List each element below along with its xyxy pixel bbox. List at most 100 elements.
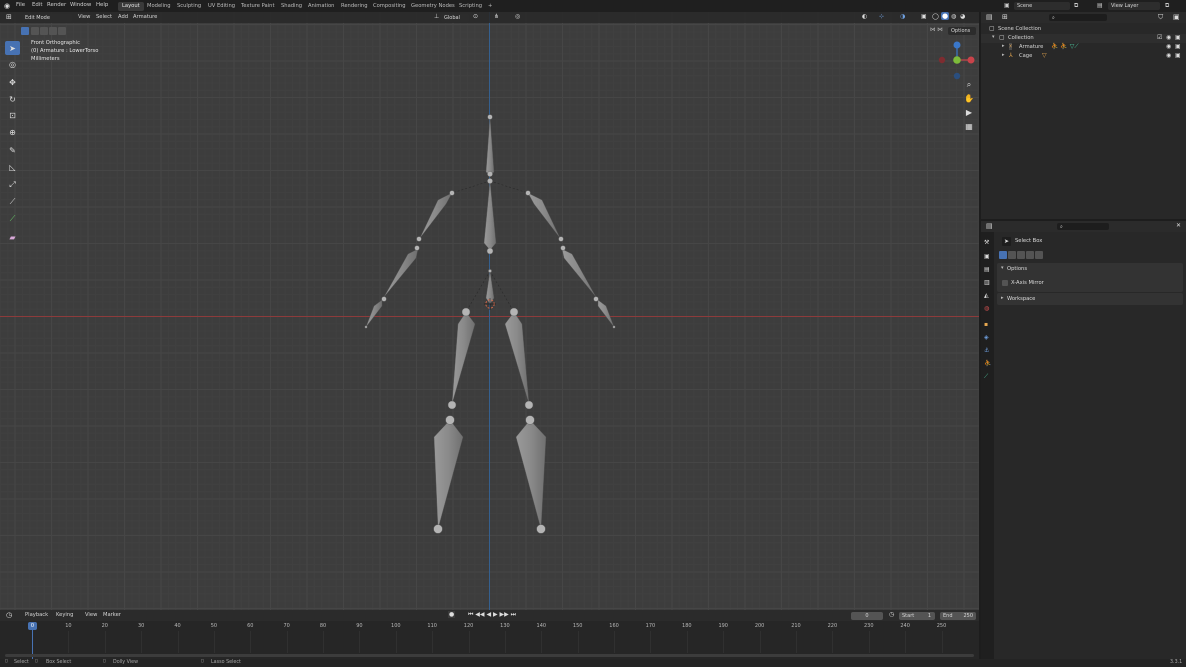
constraints-tab-icon[interactable]: ⚓ [984, 347, 989, 354]
panel-collapse-icon[interactable]: ▾ [1001, 265, 1004, 271]
bone-shin-left[interactable] [433, 419, 464, 530]
menu-playback[interactable]: Playback [25, 612, 48, 618]
tab-geometry-nodes[interactable]: Geometry Nodes [407, 2, 459, 11]
properties-editor-icon[interactable]: ▤ [986, 222, 993, 230]
bone-forearm-left[interactable] [383, 248, 419, 298]
world-tab-icon[interactable]: ◍ [984, 305, 989, 312]
select-invert-icon[interactable] [49, 27, 57, 35]
mode-subtract-icon[interactable] [1017, 251, 1025, 259]
bone-thigh-left[interactable] [451, 311, 476, 405]
mode-new-icon[interactable] [999, 251, 1007, 259]
outliner-row-collection[interactable]: ▾ ▢ Collection ☑ ◉ ▣ [981, 34, 1186, 43]
scene-icon[interactable]: ▣ [1004, 2, 1010, 9]
menu-keying[interactable]: Keying [56, 612, 73, 618]
checkbox-icon[interactable]: ☑ [1157, 34, 1162, 41]
options-button[interactable]: Options [948, 27, 976, 35]
bone-chest[interactable] [483, 180, 497, 251]
shading-rendered-icon[interactable]: ◕ [960, 13, 965, 20]
bone-hand-right[interactable] [597, 299, 615, 328]
start-frame-field[interactable]: Start 1 [899, 612, 935, 620]
menu-armature[interactable]: Armature [133, 14, 157, 20]
mode-invert-icon[interactable] [1026, 251, 1034, 259]
menu-help[interactable]: Help [96, 2, 108, 8]
camera-icon[interactable]: ▣ [1175, 52, 1181, 59]
select-extend-icon[interactable] [31, 27, 39, 35]
x-axis-mirror-checkbox[interactable] [1002, 280, 1008, 286]
eye-icon[interactable]: ◉ [1166, 43, 1171, 50]
bone-upper-arm-left[interactable] [419, 192, 453, 239]
overlays-icon[interactable]: ◑ [900, 13, 905, 20]
camera-icon[interactable]: ▣ [1175, 43, 1181, 50]
eye-icon[interactable]: ◉ [1166, 34, 1171, 41]
outliner-search-input[interactable]: ⌕ [1049, 14, 1107, 21]
new-collection-icon[interactable]: ▣ [1173, 13, 1180, 21]
add-workspace-button[interactable]: + [484, 2, 496, 11]
eye-icon[interactable]: ◉ [1166, 52, 1171, 59]
output-tab-icon[interactable]: ▤ [984, 266, 990, 273]
tab-texture-paint[interactable]: Texture Paint [237, 2, 278, 11]
render-tab-icon[interactable]: ▣ [984, 253, 990, 260]
bone-thigh-right[interactable] [504, 311, 530, 405]
current-frame-marker[interactable]: 0 [28, 622, 37, 630]
cursor-icon[interactable]: ◎ [5, 57, 20, 71]
outliner-display-icon[interactable]: ⊞ [1002, 13, 1008, 21]
navigation-gizmo[interactable] [936, 39, 978, 81]
move-icon[interactable]: ✥ [5, 75, 20, 89]
outliner-editor-icon[interactable]: ▤ [986, 13, 993, 21]
scene-copy-icon[interactable]: ⧉ [1074, 2, 1078, 10]
visibility-icon[interactable]: ◐ [862, 13, 867, 20]
mode-extend-icon[interactable] [1008, 251, 1016, 259]
frame-ruler[interactable]: 10 20 30 40 50 60 70 80 90 100 110 120 130 140 150 160 1… [0, 621, 979, 659]
filter-icon[interactable]: ⛉ [1158, 13, 1163, 22]
bone-shin-right[interactable] [515, 419, 547, 530]
armature-data-tab-icon[interactable]: ⛹ [984, 360, 991, 367]
expand-arrow-icon[interactable]: ▸ [1002, 43, 1005, 49]
armature-bones[interactable] [0, 12, 979, 610]
tab-rendering[interactable]: Rendering [337, 2, 372, 11]
tab-modeling[interactable]: Modeling [143, 2, 175, 11]
object-tab-icon[interactable]: ▪ [984, 321, 988, 328]
rotate-icon[interactable]: ↻ [5, 92, 20, 106]
extrude-icon[interactable]: ⤢ [5, 178, 20, 192]
annotate-icon[interactable]: ✎ [5, 143, 20, 157]
select-new-icon[interactable] [21, 27, 29, 35]
expand-arrow-icon[interactable]: ▸ [1002, 52, 1005, 58]
tool-tab-icon[interactable]: ⚒ [984, 239, 989, 246]
mode-selector[interactable]: Edit Mode [22, 13, 72, 22]
roll-icon[interactable]: ▰ [5, 230, 20, 244]
outliner-row-scene-collection[interactable]: ▢ Scene Collection [981, 25, 1186, 34]
measure-icon[interactable]: ◺ [5, 160, 20, 174]
tab-scripting[interactable]: Scripting [455, 2, 486, 11]
scene-tab-icon[interactable]: ◭ [984, 292, 989, 299]
bone-envelope-icon[interactable]: ⟋ [5, 212, 20, 226]
bone-forearm-right[interactable] [561, 248, 597, 298]
playback-controls[interactable]: ⏮ ◀◀ ◀ ▶ ▶▶ ⏭ [468, 611, 516, 619]
pin-icon[interactable]: ✕ [1176, 222, 1181, 229]
outliner-row-cage[interactable]: ▸ ⅄ Cage ▽ ◉ ▣ [981, 52, 1186, 61]
timeline-editor-icon[interactable]: ◷ [6, 611, 12, 619]
workspace-panel[interactable]: ▸ Workspace [997, 293, 1183, 305]
ortho-grid-icon[interactable]: ▦ [963, 121, 975, 133]
tab-compositing[interactable]: Compositing [369, 2, 410, 11]
zoom-icon[interactable]: ⌕ [963, 79, 975, 91]
menu-view[interactable]: View [78, 14, 90, 20]
transform-icon[interactable]: ⊕ [5, 125, 20, 139]
view-layer-tab-icon[interactable]: ▥ [984, 279, 990, 286]
shading-solid-icon[interactable]: ● [941, 12, 950, 20]
bone-upper-arm-right[interactable] [527, 192, 561, 239]
shading-wireframe-icon[interactable]: ◯ [932, 13, 939, 20]
mesh-data-icon[interactable]: ▽ [1042, 52, 1047, 59]
menu-add[interactable]: Add [118, 14, 128, 20]
bone-hand-left[interactable] [365, 299, 383, 328]
menu-edit[interactable]: Edit [32, 2, 42, 8]
shading-material-icon[interactable]: ◍ [951, 13, 956, 20]
tab-shading[interactable]: Shading [277, 2, 306, 11]
menu-window[interactable]: Window [70, 2, 91, 8]
blender-logo-icon[interactable]: ◉ [4, 2, 10, 10]
menu-file[interactable]: File [16, 2, 25, 8]
pivot-icon[interactable]: ⊙ [473, 13, 478, 20]
menu-marker[interactable]: Marker [103, 612, 121, 618]
record-icon[interactable]: ● [448, 611, 456, 618]
menu-render[interactable]: Render [47, 2, 66, 8]
select-box-icon[interactable]: ➤ [5, 41, 20, 55]
